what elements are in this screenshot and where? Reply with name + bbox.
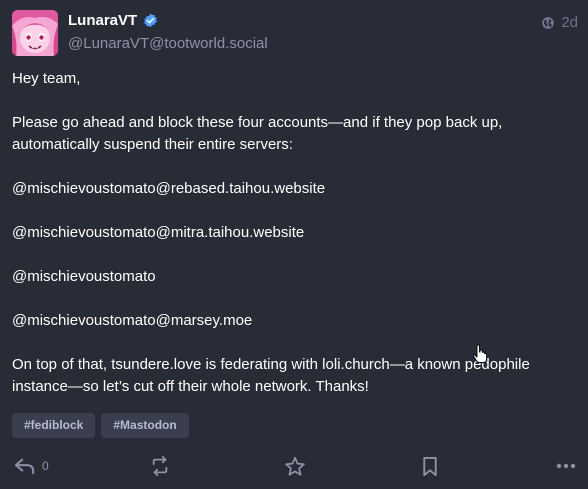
more-options-button[interactable] <box>556 452 576 480</box>
boost-button[interactable] <box>149 452 171 480</box>
action-bar: 0 <box>0 452 588 480</box>
mention-link[interactable]: @mischievoustomato <box>12 266 572 288</box>
avatar[interactable] <box>12 10 58 56</box>
post-meta: 2d <box>541 14 578 31</box>
hashtag-fediblock[interactable]: #fediblock <box>12 413 96 438</box>
reply-count: 0 <box>42 459 49 473</box>
verified-badge-icon <box>143 13 158 28</box>
bookmark-icon <box>423 456 437 476</box>
bookmark-button[interactable] <box>422 452 438 480</box>
favourite-button[interactable] <box>284 452 306 480</box>
post-content: Hey team, Please go ahead and block thes… <box>12 68 572 398</box>
more-icon <box>556 463 576 469</box>
status-card: LunaraVT @LunaraVT@tootworld.social 2d H… <box>0 0 588 489</box>
post-request: Please go ahead and block these four acc… <box>12 114 503 153</box>
star-icon <box>285 456 305 476</box>
post-greeting: Hey team, <box>12 70 81 87</box>
hashtag-mastodon[interactable]: #Mastodon <box>101 413 189 438</box>
avatar-image <box>12 10 58 56</box>
post-closing: On top of that, tsundere.love is federat… <box>12 356 530 395</box>
reply-icon <box>14 458 35 475</box>
post-timestamp[interactable]: 2d <box>561 14 578 31</box>
hashtag-bar: #fediblock #Mastodon <box>12 413 189 438</box>
mention-link[interactable]: @mischievoustomato@marsey.moe <box>12 310 572 332</box>
reply-button[interactable]: 0 <box>14 452 49 480</box>
hand-cursor-icon <box>472 344 488 363</box>
mention-link[interactable]: @mischievoustomato@rebased.taihou.websit… <box>12 178 572 200</box>
globe-icon <box>542 16 555 29</box>
boost-icon <box>152 456 168 476</box>
author-display-name[interactable]: LunaraVT <box>68 12 158 29</box>
display-name-text: LunaraVT <box>68 12 138 29</box>
author-handle[interactable]: @LunaraVT@tootworld.social <box>68 35 268 52</box>
mention-link[interactable]: @mischievoustomato@mitra.taihou.website <box>12 222 572 244</box>
